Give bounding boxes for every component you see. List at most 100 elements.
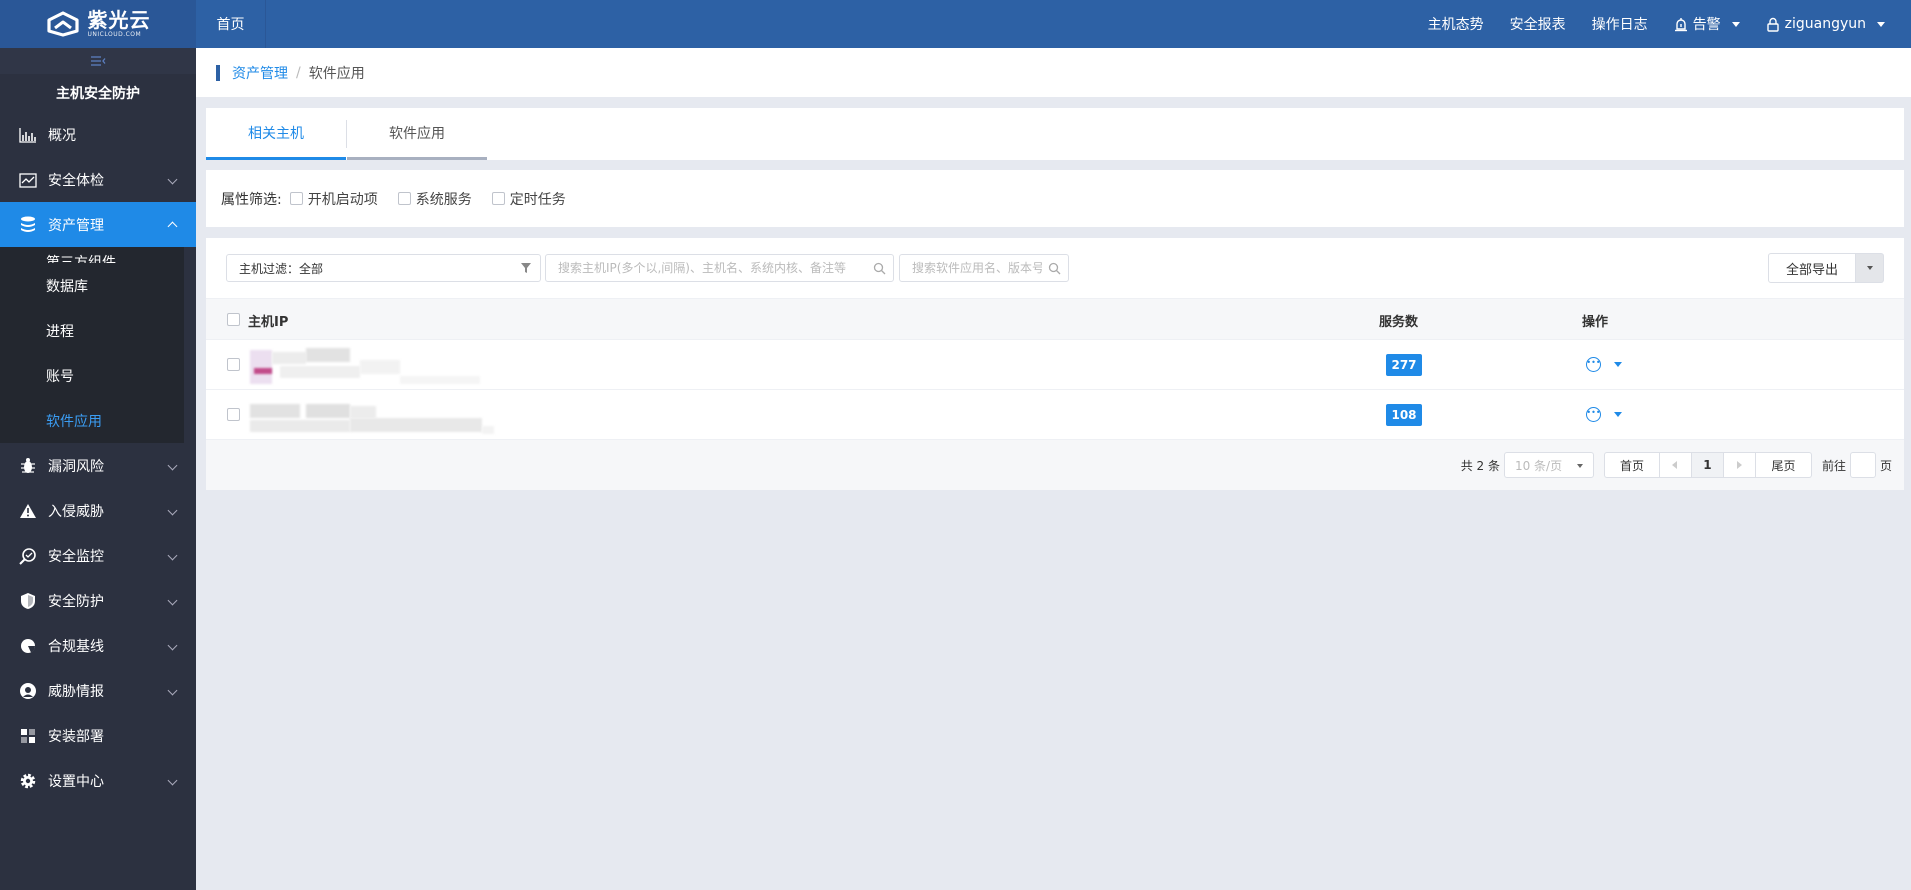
logo[interactable]: 紫光云 UNICLOUD.COM bbox=[0, 0, 196, 48]
alarm-icon bbox=[1674, 17, 1687, 31]
page-size-select[interactable]: 10 条/页 bbox=[1503, 452, 1594, 478]
more-options-icon[interactable]: ••• bbox=[1586, 407, 1601, 422]
threat-intel-icon bbox=[18, 681, 38, 701]
export-dropdown-toggle[interactable] bbox=[1856, 253, 1884, 283]
submenu-item-process[interactable]: 进程 bbox=[0, 308, 184, 353]
chevron-down-icon bbox=[167, 775, 178, 786]
sidebar-item-monitoring[interactable]: 安全监控 bbox=[0, 533, 196, 578]
next-page-button[interactable] bbox=[1723, 452, 1756, 478]
table-row: 277 ••• bbox=[206, 340, 1904, 390]
host-list-card: 主机过滤：全部 全部导出 主机IP 服务数 操作 bbox=[206, 238, 1904, 490]
sidebar-item-overview[interactable]: 概况 bbox=[0, 112, 196, 157]
more-options-icon[interactable]: ••• bbox=[1586, 357, 1601, 372]
column-header-services[interactable]: 服务数 bbox=[1379, 311, 1418, 330]
filter-system-services[interactable]: 系统服务 bbox=[397, 189, 472, 209]
checkbox[interactable] bbox=[491, 192, 505, 205]
host-search-input[interactable] bbox=[546, 255, 893, 281]
services-count-badge[interactable]: 108 bbox=[1386, 404, 1422, 426]
row-checkbox[interactable] bbox=[227, 358, 240, 371]
user-menu[interactable]: ziguangyun bbox=[1766, 16, 1885, 32]
alarm-menu[interactable]: 告警 bbox=[1674, 14, 1740, 34]
pagination-bar: 共 2 条 10 条/页 首页 1 尾页 前往 页 bbox=[206, 440, 1904, 490]
page-unit-label: 页 bbox=[1879, 458, 1892, 473]
prev-page-button[interactable] bbox=[1659, 452, 1692, 478]
chevron-down-icon bbox=[167, 174, 178, 185]
first-page-button[interactable]: 首页 bbox=[1603, 452, 1660, 478]
warning-icon bbox=[18, 501, 38, 521]
chevron-left-icon bbox=[1672, 461, 1678, 469]
redacted-host-ip bbox=[250, 346, 490, 386]
sidebar-item-label: 设置中心 bbox=[48, 773, 104, 790]
submenu-scrollbar[interactable] bbox=[184, 247, 196, 443]
filter-icon bbox=[521, 263, 531, 273]
sidebar-item-settings[interactable]: 设置中心 bbox=[0, 758, 196, 803]
chevron-right-icon bbox=[1737, 461, 1743, 469]
sidebar-item-security-check[interactable]: 安全体检 bbox=[0, 157, 196, 202]
sidebar-item-label: 入侵威胁 bbox=[48, 503, 104, 520]
submenu-item-software[interactable]: 软件应用 bbox=[0, 398, 184, 443]
database-icon bbox=[18, 215, 38, 235]
services-count-badge[interactable]: 277 bbox=[1386, 354, 1422, 376]
page-number-current[interactable]: 1 bbox=[1691, 452, 1724, 478]
chevron-down-icon bbox=[167, 640, 178, 651]
tab-related-hosts[interactable]: 相关主机 bbox=[206, 108, 346, 160]
host-filter-select[interactable]: 主机过滤：全部 bbox=[226, 254, 541, 282]
checkbox[interactable] bbox=[289, 192, 303, 205]
logo-subtext: UNICLOUD.COM bbox=[87, 31, 142, 38]
submenu-item-account[interactable]: 账号 bbox=[0, 353, 184, 398]
chevron-down-icon[interactable] bbox=[1614, 362, 1622, 367]
chevron-down-icon bbox=[167, 460, 178, 471]
submenu-item-database[interactable]: 数据库 bbox=[0, 263, 184, 308]
sidebar-item-compliance[interactable]: 合规基线 bbox=[0, 623, 196, 668]
filter-label: 属性筛选: bbox=[221, 191, 282, 208]
last-page-button[interactable]: 尾页 bbox=[1755, 452, 1812, 478]
chevron-down-icon[interactable] bbox=[1614, 412, 1622, 417]
sidebar-item-label: 安全防护 bbox=[48, 593, 104, 610]
total-count: 共 2 条 bbox=[1460, 458, 1500, 473]
sidebar-item-label: 漏洞风险 bbox=[48, 458, 104, 475]
search-icon[interactable] bbox=[873, 262, 886, 275]
filter-startup-items[interactable]: 开机启动项 bbox=[289, 189, 378, 209]
sidebar-item-intrusion[interactable]: 入侵威胁 bbox=[0, 488, 196, 533]
sidebar-item-deployment[interactable]: 安装部署 bbox=[0, 713, 196, 758]
app-search-input[interactable] bbox=[900, 255, 1068, 281]
goto-label: 前往 bbox=[1821, 458, 1846, 473]
nav-host-situation[interactable]: 主机态势 bbox=[1428, 14, 1484, 34]
sidebar-item-asset-management[interactable]: 资产管理 bbox=[0, 202, 196, 247]
nav-operation-log[interactable]: 操作日志 bbox=[1592, 14, 1648, 34]
sidebar-item-vulnerability[interactable]: 漏洞风险 bbox=[0, 443, 196, 488]
sidebar-item-label: 安全体检 bbox=[48, 172, 104, 189]
nav-security-report[interactable]: 安全报表 bbox=[1510, 14, 1566, 34]
bar-chart-icon bbox=[18, 125, 38, 145]
filter-scheduled-tasks[interactable]: 定时任务 bbox=[491, 189, 566, 209]
export-all-button[interactable]: 全部导出 bbox=[1768, 253, 1856, 283]
checkup-icon bbox=[18, 170, 38, 190]
checkbox[interactable] bbox=[397, 192, 411, 205]
tab-software-apps[interactable]: 软件应用 bbox=[347, 108, 487, 160]
submenu-item-third-party[interactable]: 第三方组件 bbox=[0, 247, 184, 263]
host-search-box bbox=[545, 254, 894, 282]
sidebar-item-label: 合规基线 bbox=[48, 638, 104, 655]
breadcrumb-parent[interactable]: 资产管理 bbox=[232, 63, 288, 83]
search-icon[interactable] bbox=[1048, 262, 1061, 275]
select-all-checkbox[interactable] bbox=[227, 313, 240, 326]
row-checkbox[interactable] bbox=[227, 408, 240, 421]
sidebar-item-label: 安全监控 bbox=[48, 548, 104, 565]
bug-icon bbox=[18, 456, 38, 476]
asset-submenu: 第三方组件 数据库 进程 账号 软件应用 bbox=[0, 247, 196, 443]
chevron-down-icon bbox=[167, 595, 178, 606]
home-link[interactable]: 首页 bbox=[196, 0, 266, 48]
chevron-up-icon bbox=[167, 221, 178, 232]
sidebar-item-label: 概况 bbox=[48, 127, 76, 144]
sidebar-item-threat-intel[interactable]: 威胁情报 bbox=[0, 668, 196, 713]
attribute-filter: 属性筛选: 开机启动项 系统服务 定时任务 bbox=[206, 170, 1904, 227]
goto-page-input[interactable] bbox=[1849, 452, 1876, 478]
column-header-host-ip[interactable]: 主机IP bbox=[248, 311, 288, 330]
grid-install-icon bbox=[18, 726, 38, 746]
sidebar-item-label: 威胁情报 bbox=[48, 683, 104, 700]
chevron-down-icon bbox=[1866, 266, 1873, 270]
sidebar-collapse-toggle[interactable] bbox=[0, 48, 196, 74]
sidebar-item-protection[interactable]: 安全防护 bbox=[0, 578, 196, 623]
pagination: 共 2 条 10 条/页 首页 1 尾页 前往 页 bbox=[1461, 451, 1892, 479]
top-bar: 紫光云 UNICLOUD.COM 首页 主机态势 安全报表 操作日志 告警 zi… bbox=[0, 0, 1911, 48]
